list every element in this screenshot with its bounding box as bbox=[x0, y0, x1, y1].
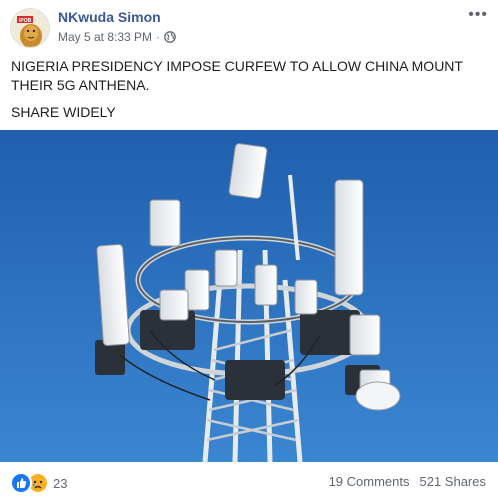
engagement-stats: 19 Comments 521 Shares bbox=[329, 474, 486, 489]
shares-count[interactable]: 521 Shares bbox=[420, 474, 487, 489]
post-text-line: SHARE WIDELY bbox=[11, 104, 116, 120]
avatar-image: IPOB bbox=[11, 9, 49, 47]
avatar-badge: IPOB bbox=[19, 18, 32, 24]
cell-tower-photo bbox=[0, 130, 498, 462]
meta-separator: · bbox=[156, 30, 161, 44]
post-footer: 23 19 Comments 521 Shares bbox=[0, 462, 498, 498]
post-text: NIGERIA PRESIDENCY IMPOSE CURFEW TO ALLO… bbox=[11, 57, 487, 130]
post-timestamp[interactable]: May 5 at 8:33 PM bbox=[58, 30, 152, 44]
more-options-icon[interactable]: ••• bbox=[468, 6, 488, 24]
reactions-summary[interactable]: 23 bbox=[10, 472, 67, 494]
post-header: IPOB NKwuda Simon May 5 at 8:33 PM · ••• bbox=[0, 0, 498, 52]
author-name[interactable]: NKwuda Simon bbox=[58, 9, 161, 25]
globe-icon bbox=[164, 31, 176, 43]
avatar[interactable]: IPOB bbox=[10, 8, 50, 48]
reaction-count: 23 bbox=[53, 475, 68, 491]
post-photo[interactable] bbox=[0, 130, 498, 462]
like-reaction-icon bbox=[10, 472, 32, 494]
post-meta: May 5 at 8:33 PM · bbox=[58, 30, 176, 44]
post-text-line: NIGERIA PRESIDENCY IMPOSE CURFEW TO ALLO… bbox=[11, 58, 463, 93]
comments-count[interactable]: 19 Comments bbox=[329, 474, 410, 489]
